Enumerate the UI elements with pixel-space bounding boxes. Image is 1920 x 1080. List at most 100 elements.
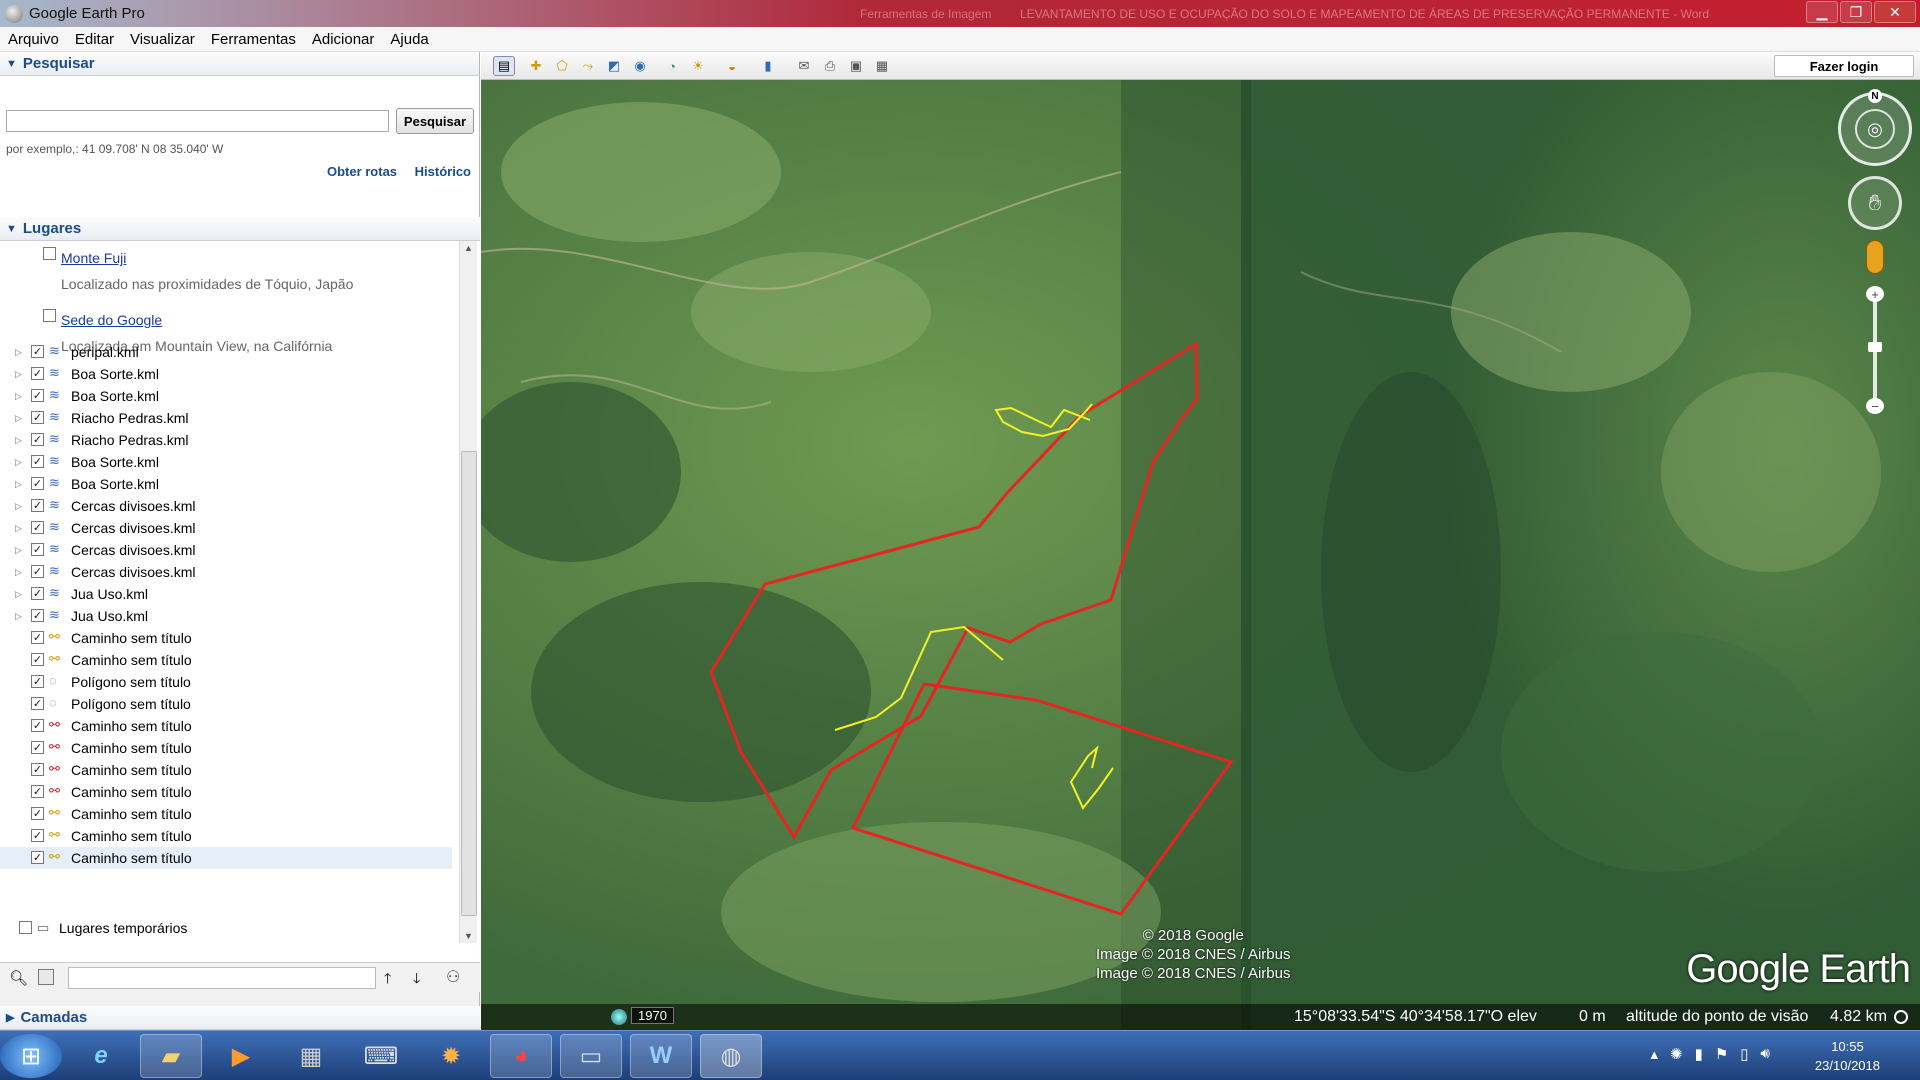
menu-ajuda[interactable]: Ajuda xyxy=(382,31,436,48)
add-placemark-icon[interactable]: ✚ xyxy=(525,56,547,76)
checkbox[interactable]: ✓ xyxy=(31,543,44,556)
checkbox[interactable]: ✓ xyxy=(31,455,44,468)
zoom-in-icon[interactable]: + xyxy=(1866,286,1884,302)
calculator-icon[interactable]: ▦ xyxy=(280,1034,342,1078)
checkbox[interactable]: ✓ xyxy=(31,697,44,710)
checkbox[interactable]: ✓ xyxy=(31,631,44,644)
place-item[interactable]: ▷ ✓ ≋ Cercas divisoes.kml xyxy=(0,517,452,539)
place-item[interactable]: ✓ ⚯ Caminho sem título xyxy=(0,649,452,671)
place-link[interactable]: Monte Fuji xyxy=(61,250,126,266)
checkbox[interactable]: ✓ xyxy=(31,367,44,380)
history-link[interactable]: Histórico xyxy=(415,164,471,179)
look-control[interactable]: N ◎ xyxy=(1838,89,1912,166)
checkbox[interactable]: ✓ xyxy=(31,499,44,512)
battery-icon[interactable]: ▯ xyxy=(1740,1045,1748,1063)
historical-imagery-globe-icon[interactable] xyxy=(611,1009,627,1025)
close-button[interactable]: ✕ xyxy=(1874,1,1916,23)
chrome-icon[interactable]: ◕ xyxy=(490,1034,552,1078)
place-item[interactable]: ▷ ✓ ≋ Boa Sorte.kml xyxy=(0,385,452,407)
settings-icon[interactable]: ✹ xyxy=(420,1034,482,1078)
planets-icon[interactable]: ◒ xyxy=(721,56,743,76)
place-sede-google[interactable]: Sede do Google xyxy=(0,309,458,331)
place-item[interactable]: ✓ ◌ Polígono sem título xyxy=(0,693,452,715)
record-tour-icon[interactable]: ◉ xyxy=(629,56,651,76)
google-earth-taskbar-icon[interactable]: ◍ xyxy=(700,1034,762,1078)
routes-link[interactable]: Obter rotas xyxy=(327,164,397,179)
move-up-icon[interactable]: 🡑 xyxy=(384,968,391,992)
map-view[interactable]: ▤ ✚ ⬠ ⤳ ◩ ◉ ◔ ☀ ◒ ▮ ✉ ⎙ ▣ ▦ Fazer login … xyxy=(481,52,1920,1030)
checkbox[interactable]: ✓ xyxy=(31,785,44,798)
compass-north[interactable]: N xyxy=(1868,89,1882,103)
panel-toggle-icon[interactable] xyxy=(38,969,54,985)
checkbox[interactable]: ✓ xyxy=(31,477,44,490)
checkbox[interactable]: ✓ xyxy=(31,411,44,424)
checkbox[interactable]: ✓ xyxy=(31,433,44,446)
place-item[interactable]: ▷ ✓ ≋ Riacho Pedras.kml xyxy=(0,407,452,429)
scroll-up-icon[interactable]: ▲ xyxy=(464,243,473,253)
checkbox[interactable]: ✓ xyxy=(31,719,44,732)
menu-editar[interactable]: Editar xyxy=(67,31,122,48)
zoom-slider[interactable]: + − xyxy=(1866,286,1884,416)
checkbox[interactable]: ✓ xyxy=(31,587,44,600)
search-button[interactable]: Pesquisar xyxy=(396,108,474,134)
show-hidden-icon[interactable]: ▴ xyxy=(1650,1045,1658,1063)
expand-arrow-icon[interactable]: ▷ xyxy=(15,347,22,358)
menu-adicionar[interactable]: Adicionar xyxy=(304,31,383,48)
expand-arrow-icon[interactable]: ▷ xyxy=(15,501,22,512)
expand-arrow-icon[interactable]: ▷ xyxy=(15,589,22,600)
place-item[interactable]: ✓ ⚯ Caminho sem título xyxy=(0,715,452,737)
print-icon[interactable]: ⎙ xyxy=(819,56,841,76)
email-icon[interactable]: ✉ xyxy=(793,56,815,76)
add-path-icon[interactable]: ⤳ xyxy=(577,56,599,76)
checkbox[interactable]: ✓ xyxy=(31,807,44,820)
expand-arrow-icon[interactable]: ▷ xyxy=(15,457,22,468)
start-button[interactable]: ⊞ xyxy=(0,1034,62,1078)
search-input[interactable] xyxy=(6,110,389,132)
avast-icon[interactable]: ✺ xyxy=(1670,1045,1683,1063)
checkbox[interactable] xyxy=(43,247,56,260)
expand-arrow-icon[interactable]: ▷ xyxy=(15,391,22,402)
checkbox[interactable]: ✓ xyxy=(31,609,44,622)
place-item[interactable]: ▷ ✓ ≋ Boa Sorte.kml xyxy=(0,451,452,473)
internet-explorer-icon[interactable]: e xyxy=(70,1034,132,1078)
move-down-icon[interactable]: 🡓 xyxy=(413,968,420,992)
move-control[interactable]: ✋︎ xyxy=(1848,176,1902,230)
place-item[interactable]: ▷ ✓ ≋ peripal.kml xyxy=(0,341,452,363)
checkbox[interactable]: ✓ xyxy=(31,829,44,842)
checkbox[interactable]: ✓ xyxy=(31,763,44,776)
layers-header[interactable]: ▶ Camadas xyxy=(0,1006,480,1030)
imagery-year[interactable]: 1970 xyxy=(631,1007,674,1024)
checkbox[interactable] xyxy=(19,921,32,934)
place-link[interactable]: Sede do Google xyxy=(61,312,162,328)
checkbox[interactable]: ✓ xyxy=(31,521,44,534)
maximize-button[interactable]: ❐ xyxy=(1840,1,1872,23)
scroll-thumb[interactable] xyxy=(461,451,477,916)
media-player-icon[interactable]: ▶ xyxy=(210,1034,272,1078)
expand-arrow-icon[interactable]: ▷ xyxy=(15,545,22,556)
checkbox[interactable]: ✓ xyxy=(31,653,44,666)
places-scrollbar[interactable]: ▲ ▼ xyxy=(459,241,477,943)
historical-imagery-icon[interactable]: ◔ xyxy=(661,56,683,76)
place-item[interactable]: ▷ ✓ ≋ Boa Sorte.kml xyxy=(0,473,452,495)
place-item[interactable]: ▷ ✓ ≋ Boa Sorte.kml xyxy=(0,363,452,385)
place-item[interactable]: ▷ ✓ ≋ Riacho Pedras.kml xyxy=(0,429,452,451)
search-header[interactable]: ▼ Pesquisar xyxy=(0,52,479,76)
login-button[interactable]: Fazer login xyxy=(1774,55,1914,77)
place-item[interactable]: ▷ ✓ ≋ Cercas divisoes.kml xyxy=(0,495,452,517)
expand-arrow-icon[interactable]: ▷ xyxy=(15,611,22,622)
minimize-button[interactable]: ▁ xyxy=(1806,1,1838,23)
volume-icon[interactable]: 🔊︎ xyxy=(1761,1045,1770,1063)
menu-ferramentas[interactable]: Ferramentas xyxy=(203,31,304,48)
place-item[interactable]: ▷ ✓ ≋ Jua Uso.kml xyxy=(0,605,452,627)
temporary-places[interactable]: ▭ Lugares temporários xyxy=(0,917,458,939)
window-titlebar[interactable]: Google Earth Pro Ferramentas de Imagem L… xyxy=(0,0,1920,27)
place-item[interactable]: ▷ ✓ ≋ Cercas divisoes.kml xyxy=(0,539,452,561)
place-item[interactable]: ✓ ⚯ Caminho sem título xyxy=(0,847,452,869)
checkbox[interactable] xyxy=(43,309,56,322)
place-item[interactable]: ✓ ⚯ Caminho sem título xyxy=(0,759,452,781)
place-item[interactable]: ✓ ⚯ Caminho sem título xyxy=(0,825,452,847)
expand-arrow-icon[interactable]: ▷ xyxy=(15,413,22,424)
sidebar-toggle-icon[interactable]: ▤ xyxy=(493,56,515,76)
street-view-pegman-icon[interactable] xyxy=(1866,240,1884,274)
checkbox[interactable]: ✓ xyxy=(31,389,44,402)
